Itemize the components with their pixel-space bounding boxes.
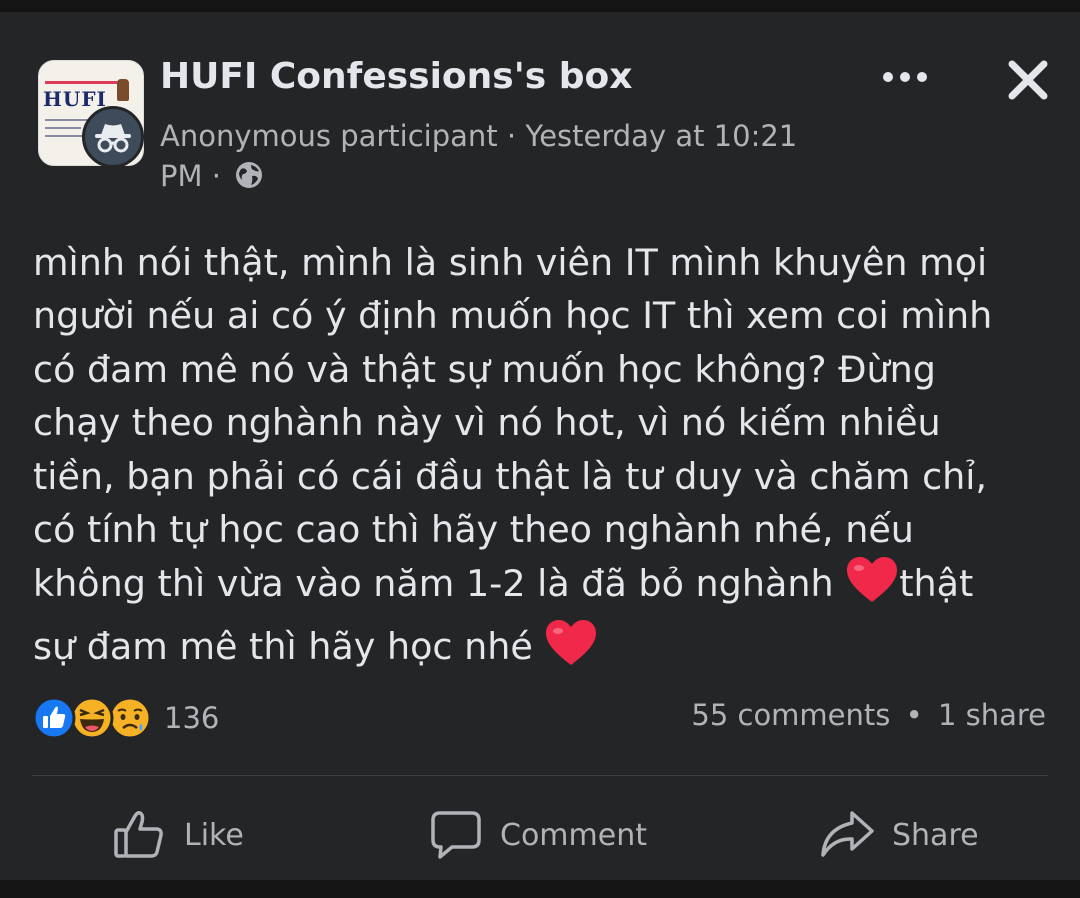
post-text-part1: mình nói thật, mình là sinh viên IT mình… <box>33 241 993 606</box>
sad-icon <box>108 696 152 740</box>
comment-icon <box>431 811 481 859</box>
close-icon <box>1008 60 1048 100</box>
comment-label: Comment <box>500 817 647 853</box>
page-avatar[interactable]: HUFI <box>38 60 144 168</box>
post-body: mình nói thật, mình là sinh viên IT mình… <box>33 236 1043 681</box>
page-name[interactable]: HUFI Confessions's box <box>160 56 632 97</box>
more-options-button[interactable] <box>880 62 930 92</box>
share-label: Share <box>892 817 979 853</box>
comment-button[interactable]: Comment <box>430 802 647 868</box>
thumb-logo: HUFI <box>43 87 107 111</box>
divider <box>32 775 1048 776</box>
like-icon <box>32 696 76 740</box>
post-meta: Anonymous participant · Yesterday at 10:… <box>160 116 860 200</box>
more-options-icon <box>883 72 927 82</box>
reactions-summary[interactable]: 136 <box>32 695 219 741</box>
haha-icon <box>70 696 114 740</box>
anonymous-icon <box>82 106 144 168</box>
post-time[interactable]: Yesterday at 10:21 <box>525 119 797 153</box>
like-button[interactable]: Like <box>112 802 244 868</box>
comments-count[interactable]: 55 comments <box>691 698 890 732</box>
globe-icon <box>234 160 264 200</box>
author-name[interactable]: Anonymous participant <box>160 119 498 153</box>
like-icon <box>114 811 163 858</box>
stats-dot: • <box>905 698 923 732</box>
meta-separator: · <box>497 119 526 153</box>
share-icon <box>821 811 874 857</box>
close-button[interactable] <box>1000 52 1056 108</box>
share-button[interactable]: Share <box>820 802 979 868</box>
like-label: Like <box>184 817 244 853</box>
reaction-count: 136 <box>164 701 220 735</box>
post-time-cont[interactable]: PM · <box>160 159 221 193</box>
heart-emoji-icon <box>845 556 899 618</box>
post-card: HUFI HUFI Confessions's box Anonymous pa… <box>0 12 1080 880</box>
post-stats: 55 comments • 1 share <box>691 698 1046 732</box>
shares-count[interactable]: 1 share <box>938 698 1046 732</box>
heart-emoji-icon <box>544 619 598 681</box>
